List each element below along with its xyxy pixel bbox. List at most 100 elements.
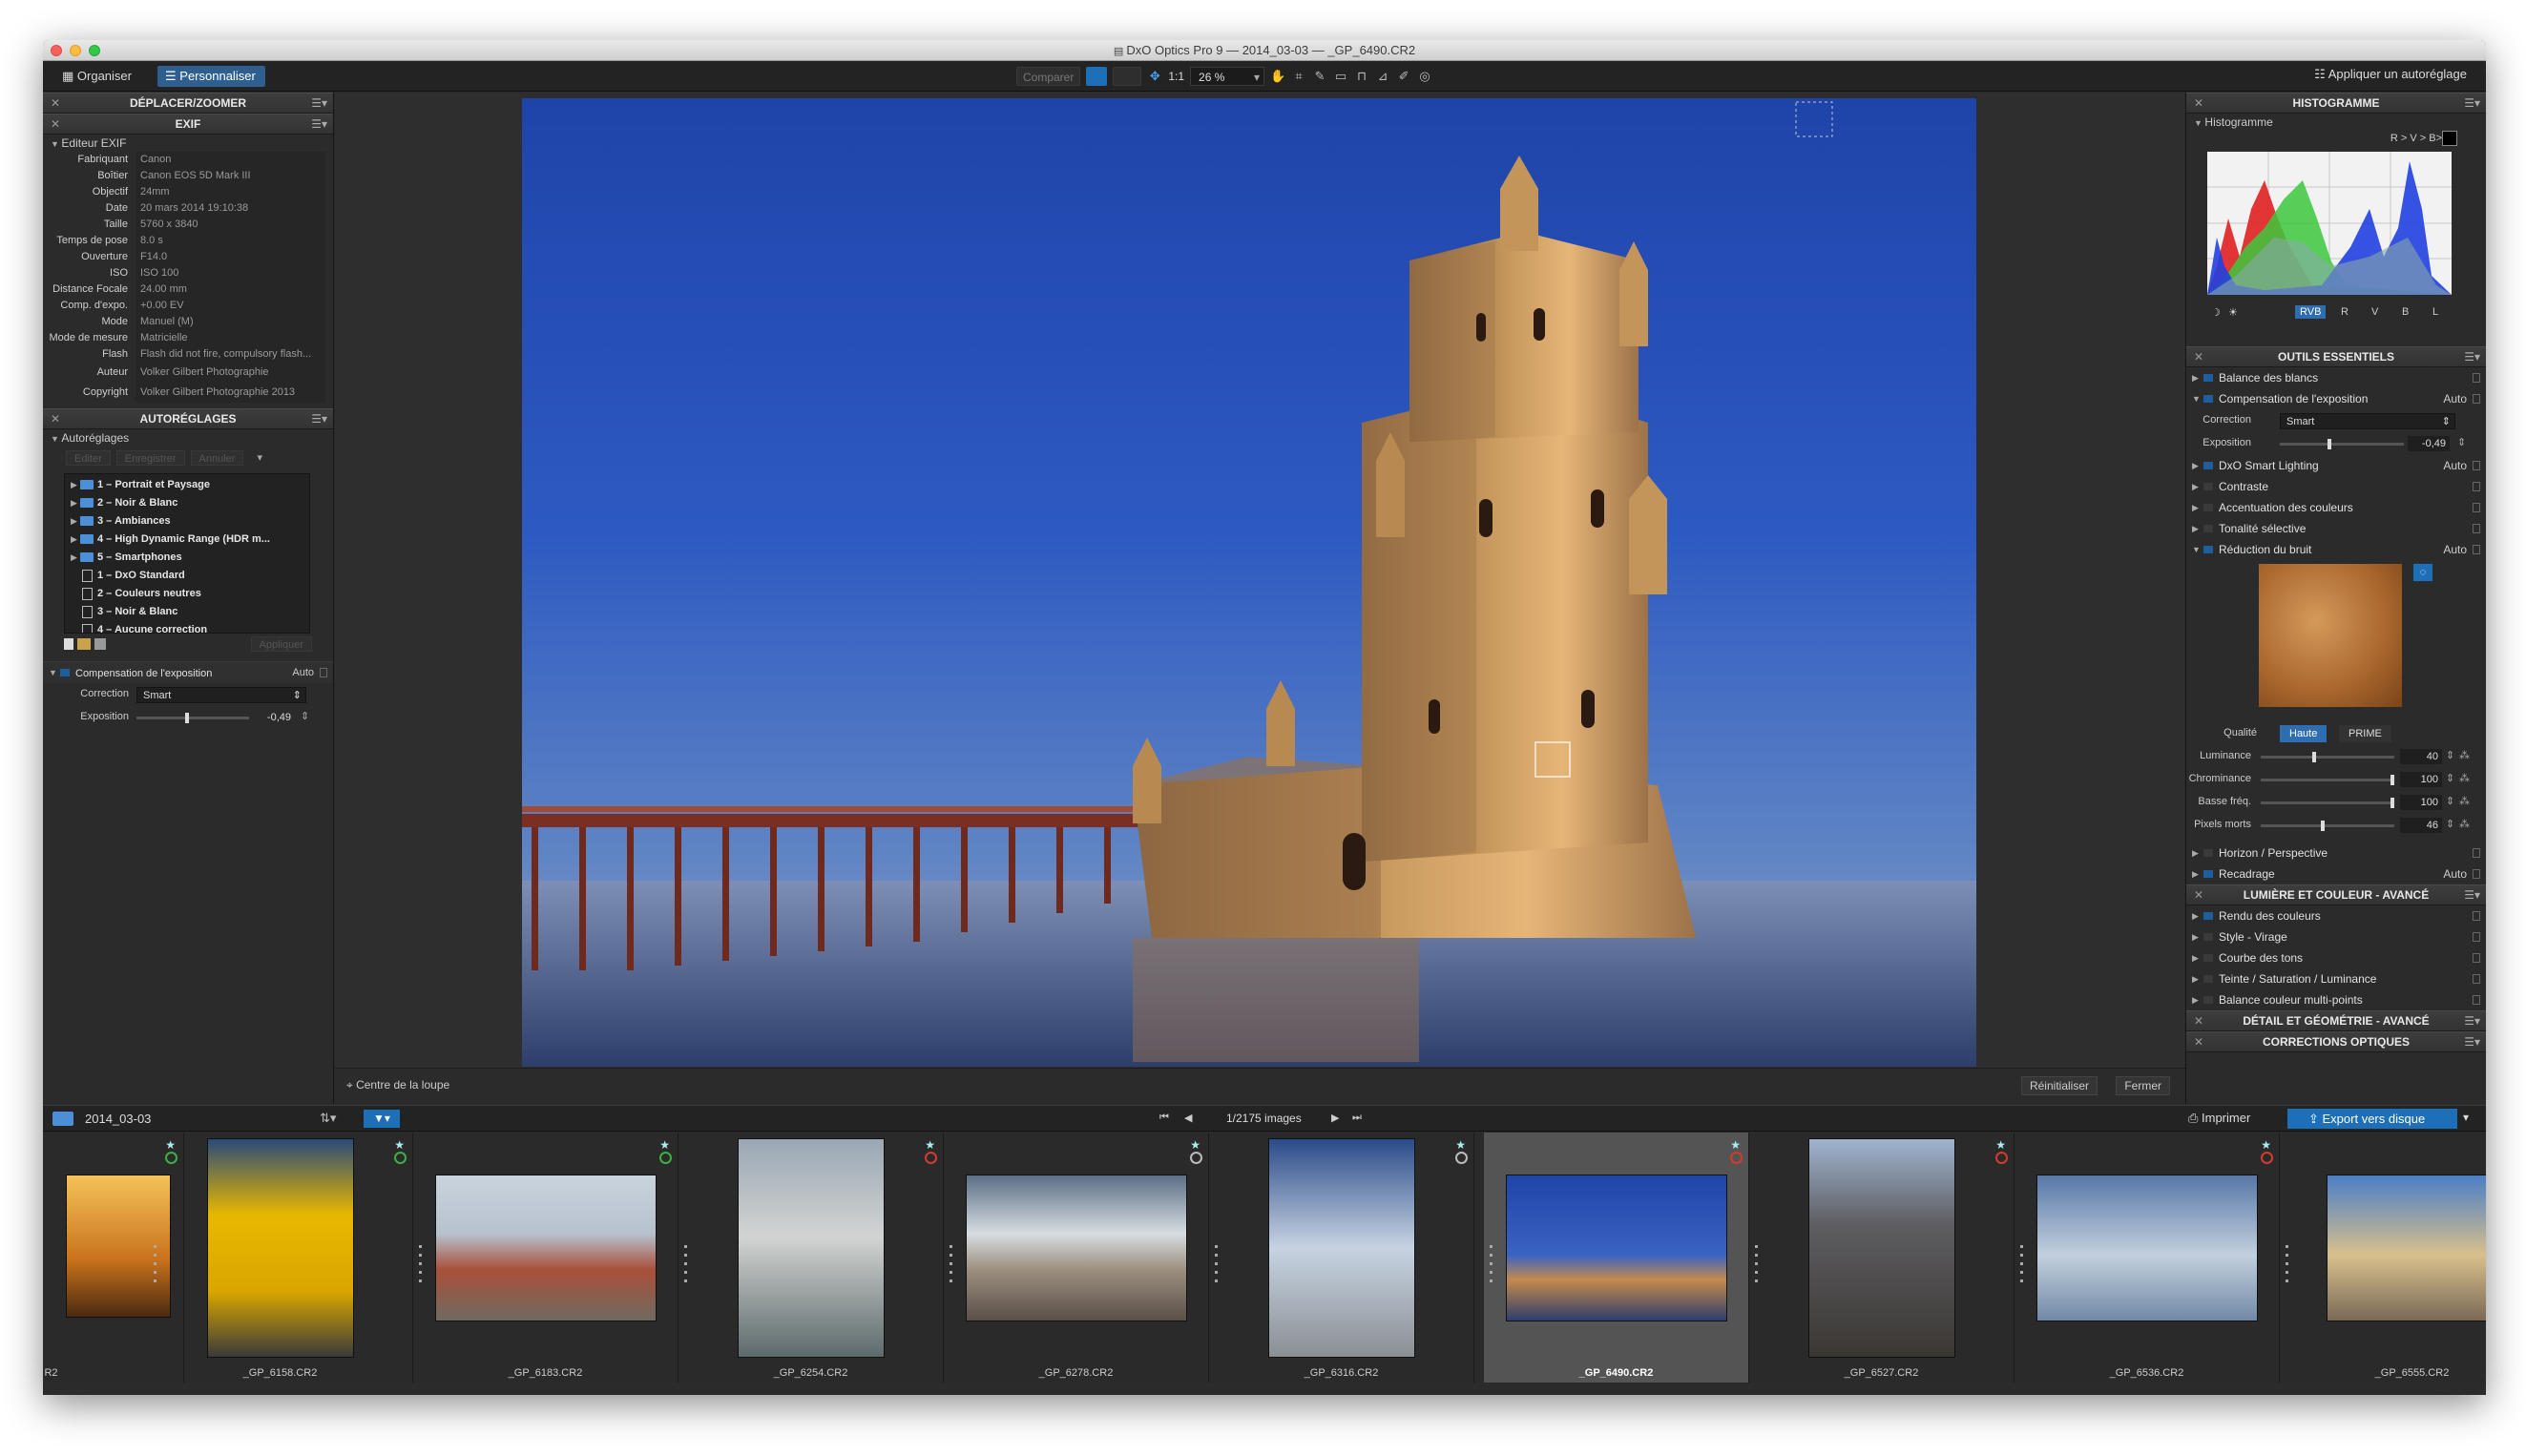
- info-icon[interactable]: [2473, 911, 2480, 921]
- tool-enabled-checkbox[interactable]: [2203, 504, 2213, 511]
- exif-value[interactable]: Canon EOS 5D Mark III: [136, 168, 325, 184]
- filter-icon[interactable]: ▼▾: [364, 1110, 400, 1128]
- correction-select[interactable]: Smart ⇕: [2280, 413, 2455, 429]
- menu-icon[interactable]: ☰▾: [311, 114, 327, 134]
- zoom-select[interactable]: 26 % ▾: [1190, 67, 1265, 86]
- filmstrip-item[interactable]: ★ _GP_6527.CR2: [1749, 1133, 2015, 1383]
- tool-enabled-checkbox[interactable]: [2203, 933, 2213, 941]
- chevron-down-icon[interactable]: ▾: [249, 450, 270, 466]
- drag-handle-icon[interactable]: [2020, 1245, 2023, 1283]
- info-icon[interactable]: [2473, 848, 2480, 858]
- cancel-preset-button[interactable]: Annuler: [190, 450, 244, 466]
- info-icon[interactable]: [2473, 482, 2480, 491]
- triangle-right-icon[interactable]: ▶: [2192, 926, 2199, 947]
- close-icon[interactable]: ✕: [2194, 1011, 2203, 1030]
- exif-value[interactable]: 5760 x 3840: [136, 217, 325, 233]
- info-icon[interactable]: [2473, 373, 2480, 383]
- star-icon[interactable]: ★: [925, 1138, 935, 1152]
- exif-value[interactable]: Matricielle: [136, 330, 325, 346]
- triangle-right-icon[interactable]: ▶: [71, 512, 80, 530]
- noise-slider-knob[interactable]: [2390, 775, 2394, 785]
- thumbnail-image[interactable]: [738, 1138, 885, 1358]
- triangle-right-icon[interactable]: ▶: [2192, 863, 2199, 884]
- exif-value[interactable]: Volker Gilbert Photographie: [136, 363, 325, 383]
- thumbnail-image[interactable]: [435, 1175, 657, 1321]
- maximize-window-button[interactable]: [89, 45, 100, 56]
- tool-row[interactable]: ▶ Balance des blancs: [2186, 367, 2486, 388]
- save-preset-button[interactable]: Enregistrer: [115, 450, 185, 466]
- edit-preset-button[interactable]: Editer: [66, 450, 111, 466]
- filmstrip-item[interactable]: ★ _GP_6158.CR2: [148, 1133, 413, 1383]
- menu-icon[interactable]: ☰▾: [2464, 347, 2480, 366]
- perspective-icon[interactable]: ⊓: [1354, 69, 1369, 84]
- loupe-center-button[interactable]: ⌖ Centre de la loupe: [346, 1078, 449, 1092]
- tool-enabled-checkbox[interactable]: [2203, 546, 2213, 553]
- exif-value[interactable]: 20 mars 2014 19:10:38: [136, 200, 325, 217]
- exif-value[interactable]: F14.0: [136, 249, 325, 265]
- star-icon[interactable]: ★: [1730, 1138, 1741, 1152]
- tool-enabled-checkbox[interactable]: [2203, 483, 2213, 490]
- tool-enabled-checkbox[interactable]: [2203, 395, 2213, 403]
- tool-row[interactable]: ▶ DxO Smart Lighting Auto: [2186, 455, 2486, 476]
- main-photo[interactable]: [522, 98, 1976, 1067]
- preset-item[interactable]: 2 – Couleurs neutres: [65, 585, 309, 603]
- thumbnail-image[interactable]: [1268, 1138, 1415, 1358]
- chevron-down-icon[interactable]: ▾: [2463, 1111, 2469, 1124]
- noise-value[interactable]: 46: [2400, 818, 2442, 833]
- triangle-right-icon[interactable]: ▶: [71, 549, 80, 567]
- info-icon[interactable]: [2473, 932, 2480, 942]
- menu-icon[interactable]: ☰▾: [311, 94, 327, 113]
- info-icon[interactable]: [2473, 869, 2480, 879]
- crop-icon[interactable]: ⌗: [1291, 69, 1306, 84]
- essentials-header[interactable]: ✕ OUTILS ESSENTIELS ☰▾: [2186, 346, 2486, 367]
- tool-enabled-checkbox[interactable]: [2203, 462, 2213, 469]
- info-icon[interactable]: [2473, 503, 2480, 512]
- thumbnail-image[interactable]: [207, 1138, 354, 1358]
- tool-row[interactable]: ▶ Style - Virage: [2186, 926, 2486, 947]
- moon-icon[interactable]: ☽: [2211, 306, 2221, 319]
- exif-value[interactable]: Flash did not fire, compulsory flash...: [136, 346, 325, 363]
- tool-row[interactable]: ▶ Rendu des couleurs: [2186, 905, 2486, 926]
- thumbnail-image[interactable]: [966, 1175, 1187, 1321]
- new-preset-icon[interactable]: [64, 638, 73, 650]
- clipping-swatch[interactable]: [2442, 131, 2457, 146]
- previous-image-icon[interactable]: ◀: [1184, 1112, 1192, 1124]
- close-icon[interactable]: ✕: [51, 94, 60, 113]
- drag-handle-icon[interactable]: [950, 1245, 952, 1283]
- noise-slider-knob[interactable]: [2390, 798, 2394, 808]
- first-image-icon[interactable]: ⏮: [1159, 1112, 1169, 1124]
- preset-item[interactable]: 3 – Noir & Blanc: [65, 603, 309, 621]
- filmstrip-item[interactable]: ★ _GP_6278.CR2: [944, 1133, 1209, 1383]
- magic-wand-icon[interactable]: ⁂: [2459, 795, 2470, 807]
- close-icon[interactable]: ✕: [51, 114, 60, 134]
- tool-auto-toggle[interactable]: Auto: [2443, 388, 2467, 409]
- noise-slider[interactable]: [2261, 756, 2394, 759]
- noise-value[interactable]: 100: [2400, 795, 2442, 810]
- drag-handle-icon[interactable]: [2286, 1245, 2288, 1283]
- left-exposition-slider[interactable]: [136, 717, 249, 719]
- menu-icon[interactable]: ☰▾: [311, 409, 327, 428]
- close-icon[interactable]: ✕: [2194, 94, 2203, 113]
- noise-slider[interactable]: [2261, 801, 2394, 804]
- exposition-value[interactable]: -0,49: [2408, 436, 2450, 451]
- triangle-right-icon[interactable]: ▶: [2192, 968, 2199, 989]
- tool-enabled-checkbox[interactable]: [2203, 525, 2213, 532]
- preset-item[interactable]: 1 – DxO Standard: [65, 567, 309, 585]
- export-button[interactable]: ⇪ Export vers disque: [2287, 1109, 2457, 1129]
- autoreglages-header[interactable]: ✕ AUTORÉGLAGES ☰▾: [43, 408, 333, 429]
- close-button[interactable]: Fermer: [2116, 1076, 2170, 1095]
- filmstrip-item[interactable]: _GP_6555.CR2: [2280, 1133, 2486, 1383]
- hand-icon[interactable]: ✋: [1270, 69, 1285, 84]
- triangle-right-icon[interactable]: ▶: [2192, 455, 2199, 476]
- preview-toggle-icon[interactable]: ◌: [2413, 564, 2432, 581]
- triangle-right-icon[interactable]: ▶: [2192, 367, 2199, 388]
- close-window-button[interactable]: [51, 45, 62, 56]
- channel-v[interactable]: V: [2371, 306, 2378, 318]
- qualite-prime-button[interactable]: PRIME: [2339, 725, 2391, 742]
- stepper-icon[interactable]: ⇕: [2446, 772, 2454, 784]
- thumbnail-image[interactable]: [1808, 1138, 1955, 1358]
- deplacer-zoomer-header[interactable]: ✕ DÉPLACER/ZOOMER ☰▾: [43, 93, 333, 114]
- preset-item[interactable]: ▶ 1 – Portrait et Paysage: [65, 476, 309, 494]
- drag-handle-icon[interactable]: [419, 1245, 422, 1283]
- info-icon[interactable]: [2473, 974, 2480, 984]
